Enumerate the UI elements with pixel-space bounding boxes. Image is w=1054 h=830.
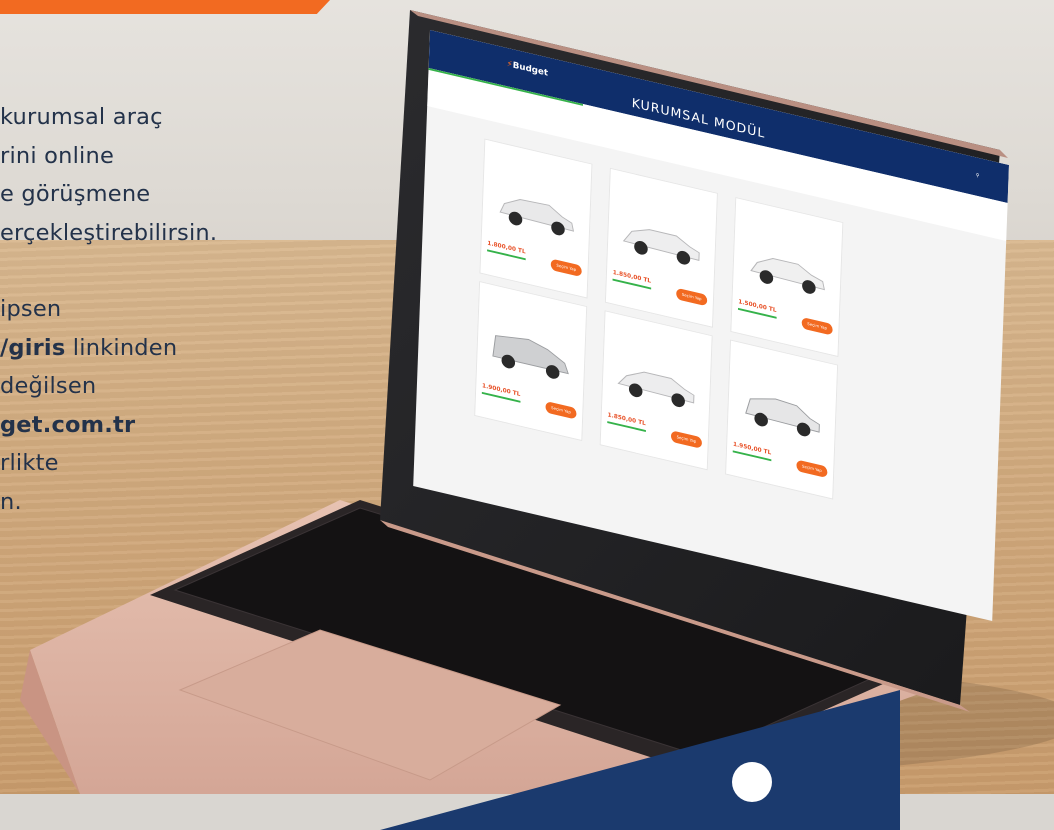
car-card[interactable]: 1.500,00 TL Seçim Yap [730,197,844,358]
car-card[interactable]: 1.800,00 TL Seçim Yap [479,138,593,299]
select-button[interactable]: Seçim Yap [670,430,703,449]
car-card[interactable]: 1.850,00 TL Seçim Yap [604,167,718,328]
select-button[interactable]: Seçim Yap [796,459,828,479]
car-icon [617,371,695,408]
car-icon [622,229,700,265]
select-button[interactable]: Seçim Yap [676,287,708,307]
car-card[interactable]: 1.900,00 TL Seçim Yap [474,281,588,442]
select-button[interactable]: Seçim Yap [550,258,582,278]
user-icon[interactable]: ⚲ [976,173,980,180]
car-card[interactable]: 1.950,00 TL Seçim Yap [725,339,839,500]
select-button[interactable]: Seçim Yap [545,400,577,420]
car-icon [745,398,820,437]
car-icon [492,335,569,379]
car-icon [750,257,825,294]
select-button[interactable]: Seçim Yap [801,316,833,336]
budget-logo: ⚡Budget [506,59,549,79]
car-icon [499,199,575,236]
brand-logo-icon [732,762,772,802]
car-card[interactable]: 1.850,00 TL Seçim Yap [599,310,713,471]
